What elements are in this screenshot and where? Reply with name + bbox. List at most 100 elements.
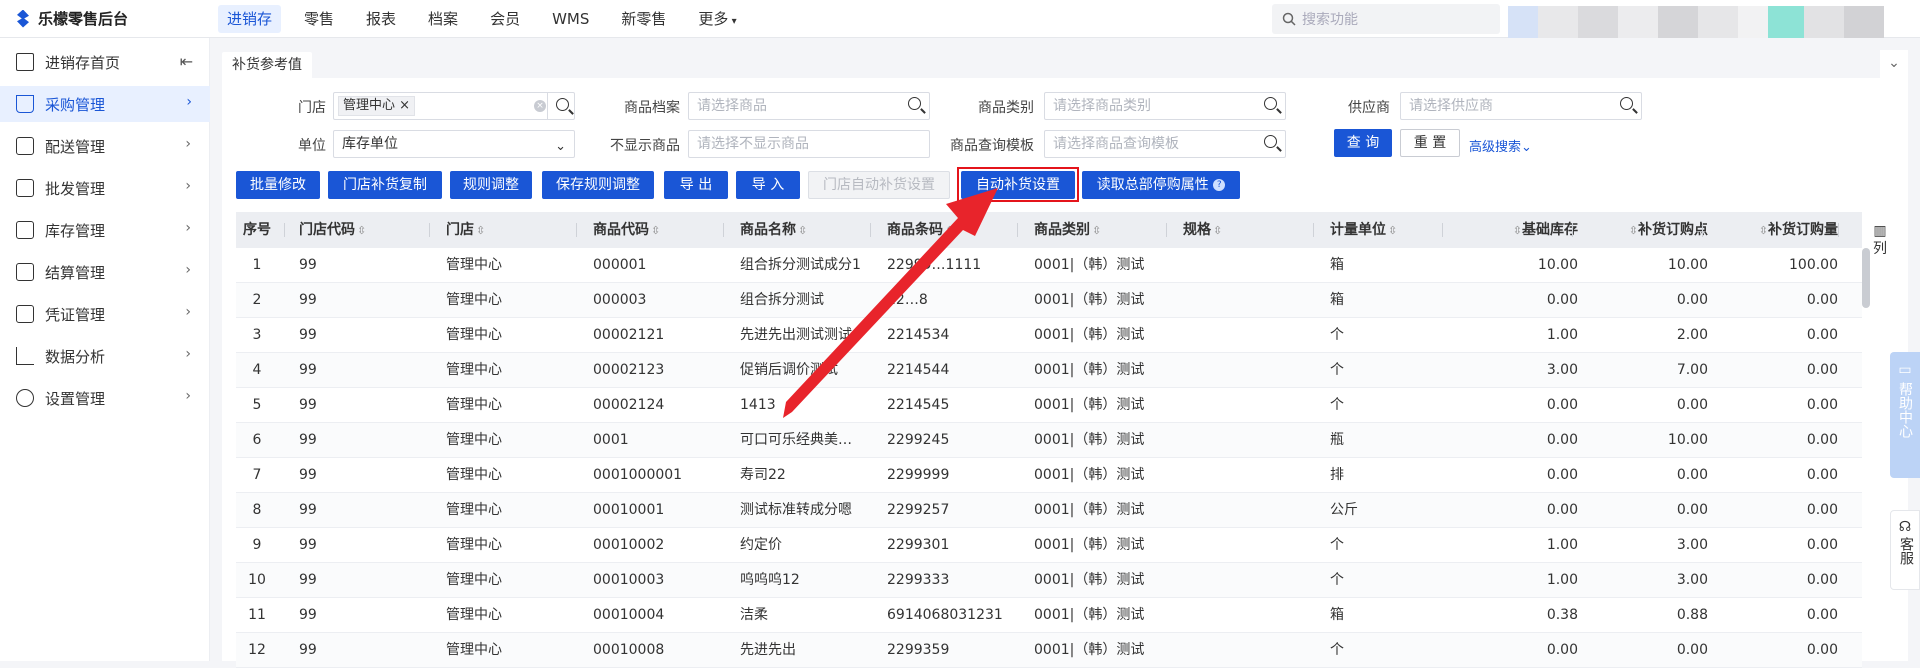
save-rule-button[interactable]: 保存规则调整	[542, 171, 654, 199]
search-icon[interactable]	[1264, 97, 1277, 110]
import-button[interactable]: 导 入	[736, 171, 800, 199]
column-divider[interactable]	[1442, 223, 1443, 237]
search-icon[interactable]	[1620, 97, 1633, 110]
store-tag[interactable]: 管理中心 ×	[338, 96, 416, 116]
hidden-products-input[interactable]: 请选择不显示商品	[688, 130, 930, 158]
column-header[interactable]: 计量单位 ⇳	[1330, 212, 1450, 248]
sort-icon[interactable]: ⇳	[798, 224, 807, 237]
nav-item-new-retail[interactable]: 新零售	[612, 5, 675, 33]
read-hq-stop-purchase-button[interactable]: 读取总部停购属性 ?	[1082, 171, 1240, 199]
nav-item-inventory[interactable]: 进销存	[218, 5, 282, 33]
table-row[interactable]: 6 99 管理中心 0001 可口可乐经典美… 2299245 0001|（韩）测试 瓶 0.0…	[236, 423, 1862, 458]
nav-item-wms[interactable]: WMS	[543, 5, 598, 33]
column-divider[interactable]	[576, 223, 577, 237]
advanced-search-link[interactable]: 高级搜索⌄	[1469, 136, 1532, 155]
search-icon[interactable]	[1264, 135, 1277, 148]
clear-icon[interactable]: ×	[534, 100, 546, 112]
table-scrollbar[interactable]	[1862, 248, 1870, 308]
sidebar-item-voucher[interactable]: 凭证管理 ›	[0, 296, 209, 332]
function-search-input[interactable]: 搜索功能	[1272, 4, 1500, 34]
batch-edit-button[interactable]: 批量修改	[236, 171, 320, 199]
column-divider[interactable]	[723, 223, 724, 237]
table-row[interactable]: 1 99 管理中心 000001 组合拆分测试成分1 22999…1111 0001|（韩）…	[236, 248, 1862, 283]
table-row[interactable]: 9 99 管理中心 00010002 约定价 2299301 0001|（韩）测试个 1.00…	[236, 528, 1862, 563]
tag-close-icon[interactable]: ×	[399, 98, 410, 113]
auto-replenish-setting-button[interactable]: 自动补货设置	[961, 171, 1075, 199]
sidebar-item-wholesale[interactable]: 批发管理 ›	[0, 170, 209, 206]
table-row[interactable]: 8 99 管理中心 00010001 测试标准转成分嗯 2299257 0001|（韩）测试…	[236, 493, 1862, 528]
collapse-sidebar-icon[interactable]: ⇤	[180, 52, 193, 71]
sidebar-item-delivery[interactable]: 配送管理 ›	[0, 128, 209, 164]
sidebar-item-inventory-home[interactable]: 进销存首页 ⇤	[0, 44, 209, 80]
column-header[interactable]: 门店代码 ⇳	[299, 212, 399, 248]
sort-icon[interactable]: ⇳	[1513, 224, 1522, 237]
column-header[interactable]: 门店 ⇳	[446, 212, 556, 248]
sort-icon[interactable]: ⇳	[1388, 224, 1397, 237]
sidebar-item-settings[interactable]: 设置管理 ›	[0, 380, 209, 416]
sidebar-item-settlement[interactable]: 结算管理 ›	[0, 254, 209, 290]
sidebar-item-purchase[interactable]: 采购管理 ›	[0, 86, 210, 122]
sidebar-item-analytics[interactable]: 数据分析 ›	[0, 338, 209, 374]
column-header[interactable]: ⇳基础库存	[1456, 212, 1578, 248]
table-row[interactable]: 4 99 管理中心 00002123 促销后调价测试 2214544 0001|（韩）测试 个…	[236, 353, 1862, 388]
app-logo[interactable]: 乐檬零售后台	[14, 8, 128, 29]
tab-replenishment-reference[interactable]: 补货参考值	[222, 52, 312, 78]
table-cell: 99	[299, 327, 317, 343]
store-search-button[interactable]	[547, 92, 575, 120]
store-copy-button[interactable]: 门店补货复制	[328, 171, 442, 199]
column-header[interactable]: 商品类别 ⇳	[1034, 212, 1174, 248]
column-header[interactable]: ⇳补货订购点	[1584, 212, 1708, 248]
table-row[interactable]: 11 99 管理中心 00010004 洁柔 6914068031231 0001|（韩）测…	[236, 598, 1862, 633]
store-auto-replenish-button[interactable]: 门店自动补货设置	[808, 171, 950, 199]
sort-icon[interactable]: ⇳	[1759, 224, 1768, 237]
column-header[interactable]: 商品代码 ⇳	[593, 212, 703, 248]
column-divider[interactable]	[870, 223, 871, 237]
export-button[interactable]: 导 出	[664, 171, 728, 199]
help-center-button[interactable]: ▭ 帮助中心	[1890, 352, 1920, 478]
table-row[interactable]: 10 99 管理中心 00010003 呜呜呜12 2299333 0001|（韩）测试 个 1…	[236, 563, 1862, 598]
table-row[interactable]: 2 99 管理中心 000003 组合拆分测试 22…8 0001|（韩）测试 箱 0.00 0.…	[236, 283, 1862, 318]
unit-select[interactable]: 库存单位 ⌄	[333, 130, 575, 158]
column-divider[interactable]	[284, 223, 285, 237]
table-row[interactable]: 5 99 管理中心 00002124 1413 2214545 0001|（韩）测试 个 0.0…	[236, 388, 1862, 423]
column-header[interactable]: 商品条码 ⇳	[887, 212, 1015, 248]
sort-icon[interactable]: ⇳	[476, 224, 485, 237]
nav-item-archives[interactable]: 档案	[419, 5, 467, 33]
query-button[interactable]: 查 询	[1334, 129, 1392, 157]
sort-icon[interactable]: ⇳	[1213, 224, 1222, 237]
chevron-down-icon[interactable]: ⌄	[1880, 50, 1908, 78]
supplier-input[interactable]: 请选择供应商	[1400, 92, 1642, 120]
nav-item-reports[interactable]: 报表	[357, 5, 405, 33]
column-header[interactable]: 商品名称 ⇳	[740, 212, 868, 248]
column-header[interactable]: ⇳补货订购量	[1714, 212, 1838, 248]
sort-icon[interactable]: ⇳	[357, 224, 366, 237]
store-select[interactable]: 管理中心 × ×	[333, 92, 575, 120]
rule-adjust-button[interactable]: 规则调整	[450, 171, 532, 199]
sort-icon[interactable]: ⇳	[1629, 224, 1638, 237]
table-row[interactable]: 3 99 管理中心 00002121 先进先出测试测试 2214534 0001|（韩）测试…	[236, 318, 1862, 353]
sidebar-item-inventory[interactable]: 库存管理 ›	[0, 212, 209, 248]
column-header[interactable]: 规格 ⇳	[1183, 212, 1293, 248]
category-input[interactable]: 请选择商品类别	[1044, 92, 1286, 120]
nav-item-members[interactable]: 会员	[481, 5, 529, 33]
column-divider[interactable]	[1572, 223, 1573, 237]
template-input[interactable]: 请选择商品查询模板	[1044, 130, 1286, 158]
column-divider[interactable]	[1017, 223, 1018, 237]
sort-icon[interactable]: ⇳	[1092, 224, 1101, 237]
table-row[interactable]: 12 99 管理中心 00010008 先进先出 2299359 0001|（韩）测试 个 0.…	[236, 633, 1862, 668]
column-divider[interactable]	[429, 223, 430, 237]
table-row[interactable]: 7 99 管理中心 0001000001 寿司22 2299999 0001|（韩）测试 排 0…	[236, 458, 1862, 493]
nav-item-retail[interactable]: 零售	[295, 5, 343, 33]
customer-service-button[interactable]: ☊ 客服	[1890, 510, 1920, 590]
search-icon[interactable]	[908, 97, 921, 110]
sort-icon[interactable]: ⇳	[651, 224, 660, 237]
reset-button[interactable]: 重 置	[1400, 129, 1460, 157]
column-divider[interactable]	[1702, 223, 1703, 237]
product-input[interactable]: 请选择商品	[688, 92, 930, 120]
column-divider[interactable]	[1313, 223, 1314, 237]
nav-item-more[interactable]: 更多	[689, 5, 745, 33]
sort-icon[interactable]: ⇳	[945, 224, 954, 237]
column-settings-button[interactable]: ▥ 列	[1870, 222, 1890, 258]
column-divider[interactable]	[1838, 223, 1839, 237]
column-divider[interactable]	[1166, 223, 1167, 237]
